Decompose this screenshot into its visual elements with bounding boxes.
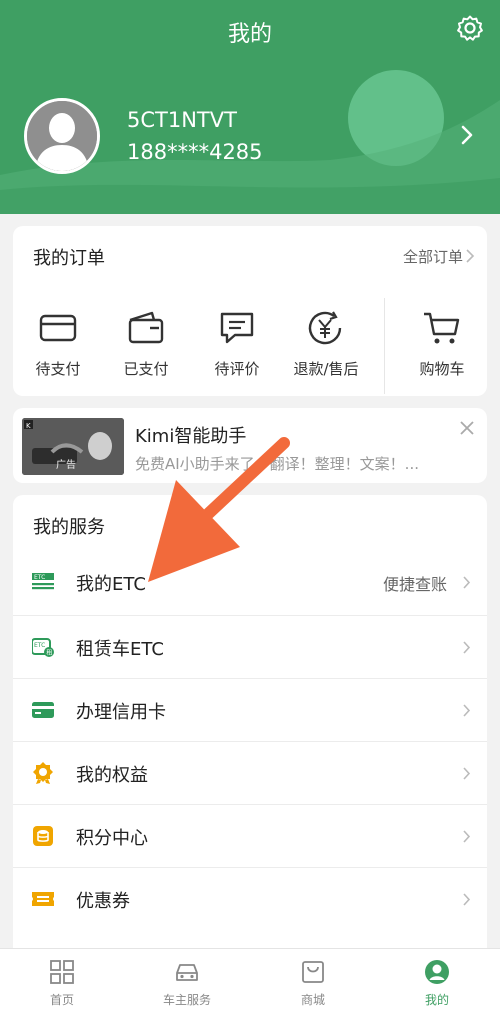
bottom-tab-bar: 首页 车主服务 商城 我的 — [0, 948, 500, 1015]
service-extra: 便捷查账 — [382, 575, 447, 594]
close-icon[interactable] — [459, 420, 475, 436]
services-card: 我的服务 ETC 我的ETC 便捷查账 ETC 租 租赁车ETC 办理信用卡 我… — [13, 495, 487, 955]
service-item-coupons[interactable]: 优惠券 — [13, 867, 487, 931]
service-item-points-center[interactable]: 积分中心 — [13, 804, 487, 868]
order-to-review[interactable]: 待评价 — [192, 310, 282, 379]
grid-icon — [50, 960, 74, 984]
chevron-right-icon — [463, 767, 471, 780]
ad-banner[interactable]: K 广告 Kimi智能助手 免费AI小助手来了：翻译！整理！文案！... — [13, 408, 487, 483]
chevron-right-icon — [463, 576, 471, 589]
order-item-label: 已支付 — [123, 360, 169, 378]
order-paid[interactable]: 已支付 — [101, 310, 191, 379]
service-label: 优惠券 — [76, 891, 130, 912]
tab-car-owner-service[interactable]: 车主服务 — [137, 959, 237, 1008]
order-item-label: 购物车 — [419, 360, 465, 378]
tab-label: 我的 — [424, 993, 449, 1007]
wallet-icon — [128, 311, 164, 344]
cart-icon — [424, 312, 460, 344]
settings-gear-icon[interactable] — [456, 14, 484, 42]
user-phone: 188****4285 — [127, 140, 263, 164]
tab-label: 首页 — [49, 993, 74, 1007]
service-label: 办理信用卡 — [76, 702, 166, 723]
orders-card: 我的订单 全部订单 待支付 已支付 待评价 退款/售后 购物车 — [13, 226, 487, 396]
order-item-label: 退款/售后 — [293, 360, 359, 378]
service-item-rental-etc[interactable]: ETC 租 租赁车ETC — [13, 615, 487, 679]
ad-thumb-label: 广告 — [56, 460, 76, 471]
ad-description: 免费AI小助手来了：翻译！整理！文案！... — [135, 455, 419, 473]
svg-text:租: 租 — [46, 649, 52, 657]
coupon-icon — [32, 892, 54, 906]
tab-home[interactable]: 首页 — [12, 959, 112, 1008]
credit-card-icon — [32, 702, 54, 718]
chevron-right-icon — [463, 893, 471, 906]
profile-header: 我的 5CT1NTVT 188****4285 — [0, 0, 500, 214]
car-icon — [176, 964, 198, 981]
tab-label: 商城 — [300, 993, 325, 1007]
chevron-right-icon — [463, 641, 471, 654]
points-icon — [33, 826, 53, 846]
service-label: 我的权益 — [76, 765, 148, 786]
service-item-my-etc[interactable]: ETC 我的ETC 便捷查账 — [13, 551, 487, 614]
refund-icon — [308, 311, 342, 345]
order-refund[interactable]: 退款/售后 — [281, 310, 371, 379]
service-label: 租赁车ETC — [76, 639, 164, 660]
avatar[interactable] — [24, 98, 100, 174]
all-orders-chevron-icon[interactable] — [465, 248, 475, 264]
svg-text:K: K — [26, 422, 31, 430]
bag-icon — [302, 961, 324, 983]
svg-text:ETC: ETC — [34, 574, 45, 581]
order-item-label: 待评价 — [214, 360, 260, 378]
orders-divider — [384, 298, 385, 394]
ad-thumbnail: K 广告 — [22, 418, 124, 475]
service-item-credit-card[interactable]: 办理信用卡 — [13, 678, 487, 742]
orders-title: 我的订单 — [33, 248, 105, 269]
user-name: 5CT1NTVT — [127, 108, 237, 132]
comment-icon — [220, 312, 254, 344]
user-icon — [425, 960, 449, 984]
page-title: 我的 — [227, 22, 272, 47]
ad-title: Kimi智能助手 — [135, 426, 247, 447]
rental-etc-icon: ETC 租 — [32, 638, 54, 657]
shopping-cart[interactable]: 购物车 — [397, 310, 487, 379]
services-title: 我的服务 — [33, 517, 105, 538]
default-user-avatar-icon — [27, 101, 97, 171]
chevron-right-icon — [463, 704, 471, 717]
card-icon — [39, 314, 77, 342]
order-pending-payment[interactable]: 待支付 — [13, 310, 103, 379]
chevron-right-icon — [463, 830, 471, 843]
profile-chevron-right-icon[interactable] — [460, 124, 474, 146]
svg-text:ETC: ETC — [34, 642, 45, 649]
etc-icon: ETC — [32, 573, 54, 590]
badge-icon — [33, 762, 53, 784]
all-orders-link[interactable]: 全部订单 — [403, 246, 463, 267]
service-label: 积分中心 — [76, 828, 148, 849]
tab-mine[interactable]: 我的 — [387, 959, 487, 1008]
tab-mall[interactable]: 商城 — [263, 959, 363, 1008]
order-item-label: 待支付 — [35, 360, 81, 378]
service-item-my-benefits[interactable]: 我的权益 — [13, 741, 487, 805]
service-label: 我的ETC — [76, 574, 146, 595]
tab-label: 车主服务 — [162, 993, 211, 1007]
